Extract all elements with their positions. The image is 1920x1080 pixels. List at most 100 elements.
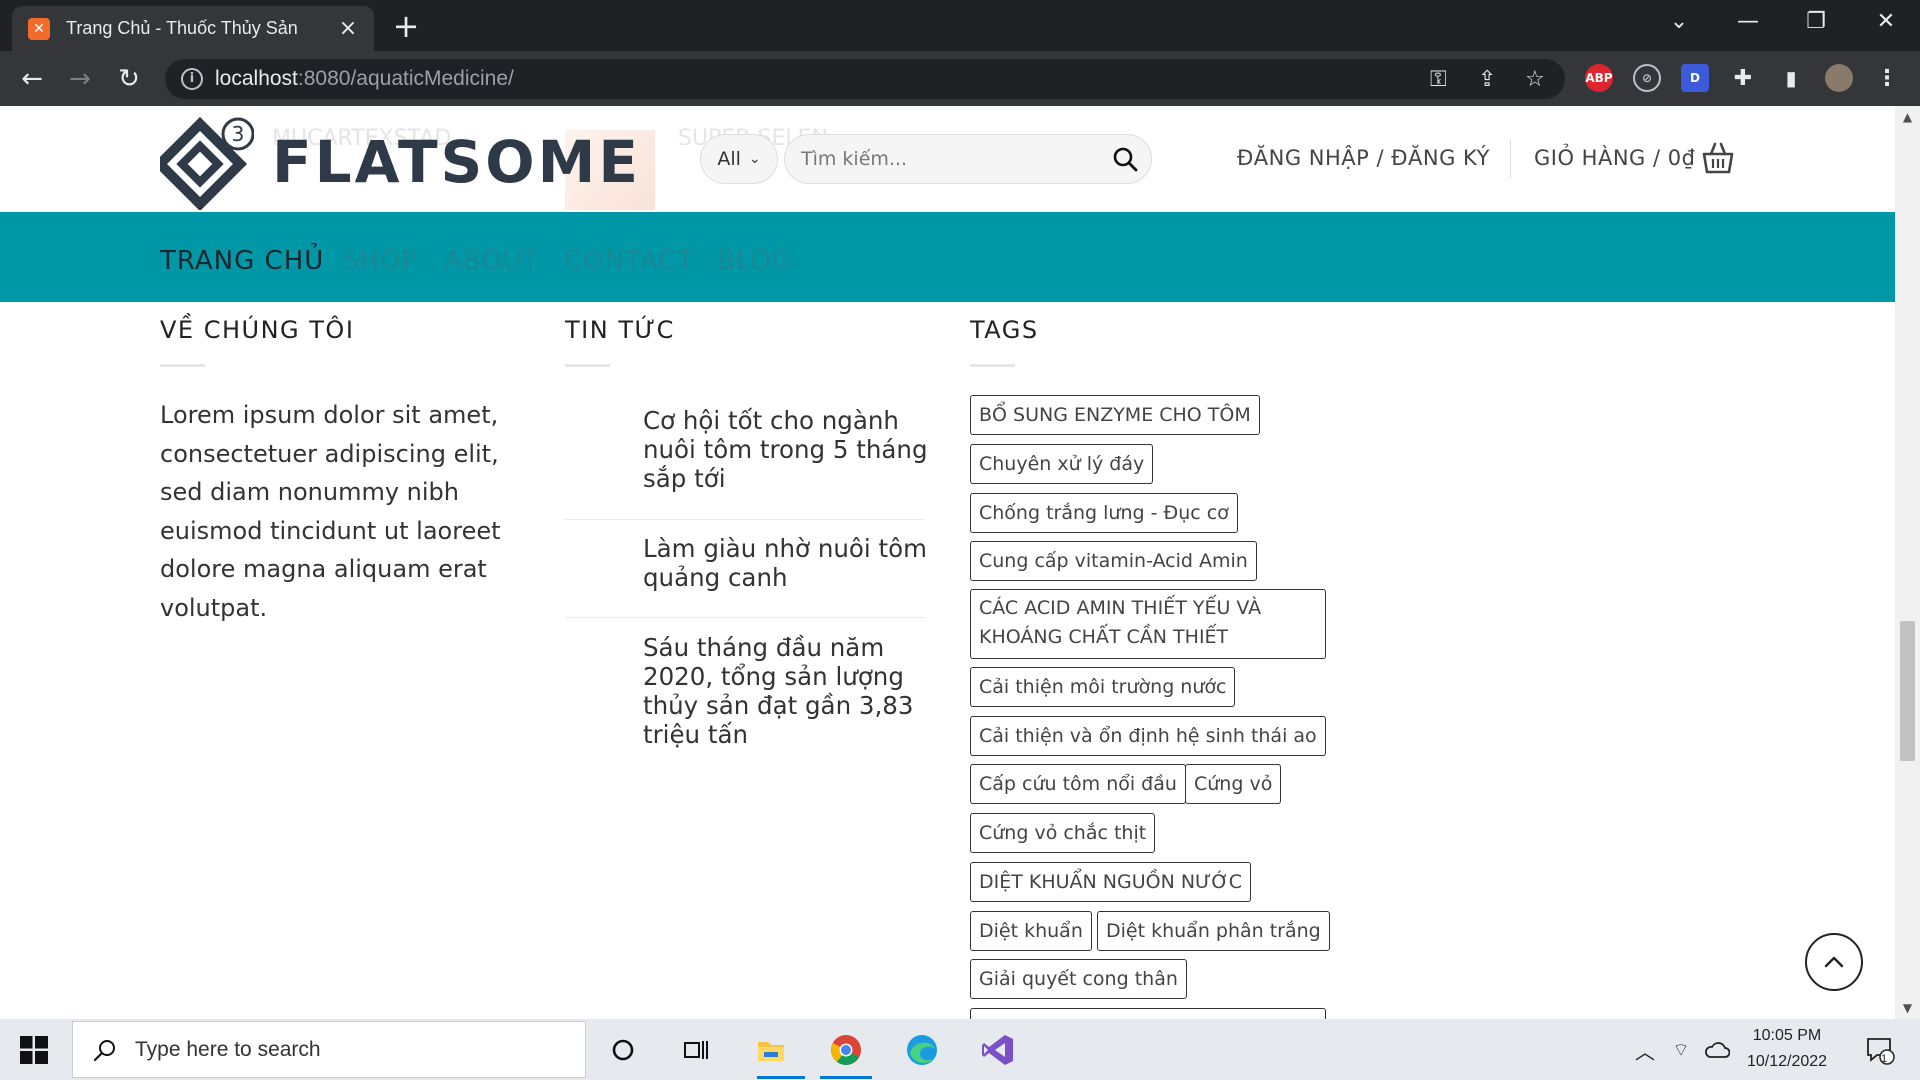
tag-link[interactable]: Chống trắng lưng - Đục cơ	[970, 493, 1238, 533]
reload-icon[interactable]: ↻	[112, 63, 146, 95]
logo-wordmark[interactable]: FLATSOME	[272, 128, 641, 196]
nav-item-about[interactable]: ABOUT	[444, 246, 540, 276]
address-bar[interactable]: i localhost:8080/aquaticMedicine/ ⚿ ⇪ ☆	[165, 59, 1565, 99]
side-panel-icon[interactable]: ▮	[1777, 64, 1805, 92]
tag-link-partial[interactable]	[970, 1008, 1326, 1019]
d-extension-icon[interactable]: D	[1681, 64, 1709, 92]
minimize-icon[interactable]: —	[1725, 8, 1771, 38]
search-input[interactable]	[784, 134, 1152, 184]
restore-icon[interactable]: ❐	[1793, 8, 1839, 38]
scroll-up-arrow-icon[interactable]: ▲	[1895, 110, 1920, 124]
tab-close-icon[interactable]: ×	[336, 16, 360, 41]
nav-item-shop[interactable]: SHOP	[342, 246, 418, 276]
tag-link[interactable]: Giải quyết cong thân	[970, 959, 1187, 999]
news-heading: TIN TỨC	[565, 316, 675, 344]
taskbar-search-text: Type here to search	[135, 1037, 321, 1061]
about-heading: VỀ CHÚNG TÔI	[160, 316, 355, 344]
search-form: All ⌄	[700, 134, 1152, 184]
chrome-active-indicator	[820, 1076, 872, 1079]
task-view-icon[interactable]	[677, 1031, 715, 1069]
tag-link[interactable]: Diệt khuẩn	[970, 911, 1092, 951]
tag-link[interactable]: Cải thiện môi trường nước	[970, 667, 1236, 707]
key-icon[interactable]: ⚿	[1430, 67, 1447, 92]
tag-link[interactable]: Cải thiện và ổn định hệ sinh thái ao	[970, 716, 1326, 756]
news-item-title[interactable]: Làm giàu nhờ nuôi tôm quảng canh	[643, 534, 928, 592]
tag-link[interactable]: Cứng vỏ chắc thịt	[970, 813, 1156, 853]
share-icon[interactable]: ⇪	[1478, 67, 1496, 92]
url-text[interactable]: localhost:8080/aquaticMedicine/	[215, 67, 514, 91]
url-host: localhost	[215, 67, 298, 90]
logo-badge-number: 3	[232, 122, 245, 146]
chevron-down-icon: ⌄	[748, 151, 761, 167]
flatsome-logo-icon[interactable]: 3	[160, 116, 254, 210]
tag-link[interactable]: Cứng vỏ	[1185, 764, 1282, 804]
shopping-basket-icon[interactable]	[1700, 140, 1736, 176]
file-explorer-active-indicator	[757, 1076, 805, 1079]
forward-arrow-icon[interactable]: →	[63, 63, 97, 95]
xampp-favicon-icon: ✕	[28, 17, 50, 40]
tag-link[interactable]: CÁC ACID AMIN THIẾT YẾU VÀ KHOÁNG CHẤT C…	[970, 589, 1326, 659]
compass-extension-icon[interactable]: ⊘	[1633, 64, 1661, 92]
tag-link[interactable]: DIỆT KHUẨN NGUỒN NƯỚC	[970, 862, 1251, 902]
window-close-icon[interactable]: ✕	[1863, 8, 1909, 38]
news-separator	[565, 617, 925, 618]
adblock-extension-icon[interactable]: ABP	[1585, 64, 1613, 92]
bookmark-star-icon[interactable]: ☆	[1525, 67, 1545, 92]
browser-menu-kebab-icon[interactable]: ⋮	[1873, 64, 1901, 92]
news-item-title[interactable]: Sáu tháng đầu năm 2020, tổng sản lượng t…	[643, 633, 928, 749]
about-text: Lorem ipsum dolor sit amet, consectetuer…	[160, 401, 501, 622]
file-explorer-icon[interactable]	[752, 1031, 790, 1069]
nav-item-blog[interactable]: BLOG	[717, 246, 793, 276]
site-info-icon[interactable]: i	[181, 68, 203, 90]
news-separator	[565, 519, 925, 520]
back-to-top-button[interactable]	[1805, 933, 1863, 991]
browser-tab-bar: ✕ Trang Chủ - Thuốc Thủy Sản × + ⌄ — ❐ ✕	[0, 0, 1920, 51]
chrome-icon[interactable]	[827, 1031, 865, 1069]
cart-link[interactable]: GIỎ HÀNG / 0₫	[1534, 146, 1695, 170]
extensions-puzzle-icon[interactable]: ✚	[1729, 64, 1757, 92]
page-scrollbar[interactable]: ▲ ▼	[1895, 106, 1920, 1019]
edge-icon[interactable]	[903, 1031, 941, 1069]
clock-time[interactable]: 10:05 PM	[1732, 1027, 1842, 1045]
windows-start-icon[interactable]	[20, 1036, 48, 1064]
tab-search-chevron-icon[interactable]: ⌄	[1656, 8, 1702, 38]
login-register-link[interactable]: ĐĂNG NHẬP / ĐĂNG KÝ	[1237, 146, 1490, 170]
visual-studio-icon[interactable]	[979, 1031, 1017, 1069]
new-tab-plus-icon[interactable]: +	[390, 8, 422, 44]
browser-tab-active[interactable]: ✕ Trang Chủ - Thuốc Thủy Sản ×	[12, 6, 374, 51]
web-page: MUCARTEXSTAD SUPER SELEN 3 FLATSOME All …	[0, 106, 1895, 1019]
cortana-circle-icon[interactable]	[604, 1031, 642, 1069]
category-select-value: All	[717, 148, 741, 170]
tag-link[interactable]: Cung cấp vitamin-Acid Amin	[970, 541, 1257, 581]
windows-taskbar: Type here to search ︿ ⌔ 10:05 PM 10/12/2…	[0, 1019, 1920, 1080]
nav-item-contact[interactable]: CONTACT	[564, 246, 694, 276]
profile-avatar[interactable]	[1825, 64, 1853, 92]
about-heading-rule	[160, 364, 205, 367]
tags-heading: TAGS	[970, 316, 1039, 344]
clock-date[interactable]: 10/12/2022	[1732, 1053, 1842, 1071]
taskbar-search-box[interactable]: Type here to search	[72, 1021, 586, 1078]
tray-chevron-up-icon[interactable]: ︿	[1630, 1031, 1660, 1069]
onedrive-cloud-icon[interactable]	[1702, 1031, 1732, 1069]
news-item-title[interactable]: Cơ hội tốt cho ngành nuôi tôm trong 5 th…	[643, 406, 928, 493]
search-icon[interactable]	[1112, 146, 1138, 172]
tag-link[interactable]: Chuyên xử lý đáy	[970, 444, 1154, 484]
chevron-up-icon	[1824, 956, 1844, 968]
url-path: :8080/aquaticMedicine/	[297, 67, 514, 90]
main-navigation: TRANG CHỦ SHOP ABOUT CONTACT BLOG	[0, 212, 1895, 302]
scroll-down-arrow-icon[interactable]: ▼	[1895, 1001, 1920, 1015]
back-arrow-icon[interactable]: ←	[15, 63, 49, 95]
notification-count-badge: 1	[1880, 1053, 1888, 1065]
category-select[interactable]: All ⌄	[700, 134, 778, 184]
news-heading-rule	[565, 364, 610, 367]
browser-toolbar: ← → ↻ i localhost:8080/aquaticMedicine/ …	[0, 51, 1920, 106]
nav-item-home[interactable]: TRANG CHỦ	[160, 246, 324, 276]
network-wifi-icon[interactable]: ⌔	[1666, 1031, 1696, 1069]
tag-link[interactable]: Cấp cứu tôm nổi đầu	[970, 764, 1186, 804]
scrollbar-thumb[interactable]	[1900, 621, 1915, 761]
tag-link[interactable]: Diệt khuẩn phân trắng	[1097, 911, 1330, 951]
tag-link[interactable]: BỔ SUNG ENZYME CHO TÔM	[970, 395, 1260, 435]
site-header: MUCARTEXSTAD SUPER SELEN 3 FLATSOME All …	[0, 106, 1895, 212]
search-icon	[93, 1039, 115, 1061]
tab-title: Trang Chủ - Thuốc Thủy Sản	[66, 18, 298, 38]
